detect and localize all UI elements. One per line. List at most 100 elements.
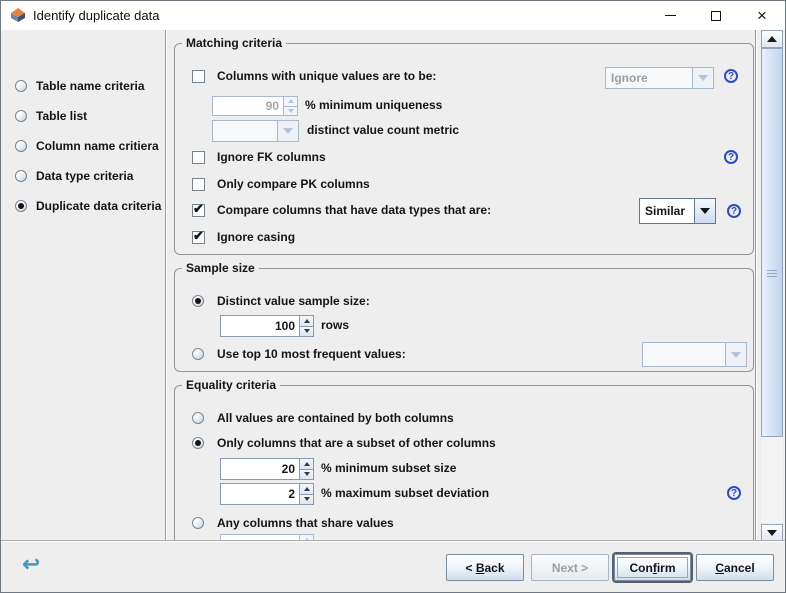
triangle-up-icon [304, 487, 310, 491]
button-label: Next > [552, 561, 588, 575]
chevron-down-icon [698, 75, 708, 81]
radio-icon [15, 110, 27, 122]
spinner-value[interactable]: 20 [220, 458, 300, 480]
button-label: Con [629, 561, 652, 575]
checkbox-only-pk[interactable] [192, 178, 205, 191]
max-deviation-label: % maximum subset deviation [321, 486, 489, 501]
back-button[interactable]: < Back [446, 554, 524, 581]
radio-subset[interactable] [192, 437, 204, 449]
group-title: Sample size [182, 261, 259, 275]
radio-distinct-sample[interactable] [192, 295, 204, 307]
spinner-down-button[interactable] [300, 470, 314, 481]
spinner-down-button[interactable] [300, 327, 314, 338]
check-icon: ✔ [193, 228, 204, 244]
radio-all-values-label: All values are contained by both columns [217, 411, 454, 426]
min-uniqueness-spinner: 90 [212, 96, 298, 116]
reset-button[interactable]: ↩ [17, 550, 45, 578]
combo-value [643, 343, 725, 366]
sidebar-item-column-name-criteria[interactable]: Column name critiera [15, 138, 159, 153]
window-title: Identify duplicate data [33, 1, 159, 30]
help-icon[interactable]: ? [724, 69, 738, 83]
sidebar-item-duplicate-data-criteria[interactable]: Duplicate data criteria [15, 198, 161, 213]
checkbox-compare-types[interactable]: ✔ [192, 204, 205, 217]
checkbox-unique-values[interactable] [192, 70, 205, 83]
radio-share-values[interactable] [192, 517, 204, 529]
button-mnemonic: C [715, 561, 724, 575]
chevron-down-icon [283, 128, 293, 134]
group-title: Matching criteria [182, 36, 286, 50]
close-icon: × [757, 7, 767, 24]
sidebar-item-label: Column name critiera [36, 139, 159, 153]
spinner-down-button[interactable] [300, 495, 314, 506]
close-button[interactable]: × [739, 1, 785, 30]
thumb-grip-icon [767, 270, 777, 279]
scrollbar-thumb[interactable] [761, 48, 783, 437]
chevron-down-icon [731, 352, 741, 358]
triangle-down-icon [304, 329, 310, 333]
titlebar: Identify duplicate data × [1, 1, 785, 30]
sidebar-item-label: Duplicate data criteria [36, 199, 161, 213]
help-icon[interactable]: ? [727, 486, 741, 500]
spinner-down-button [284, 107, 298, 117]
combo-arrow-button [692, 68, 713, 88]
confirm-button[interactable]: Confirm [614, 554, 691, 581]
spinner-value[interactable]: 2 [220, 483, 300, 505]
radio-icon [15, 80, 27, 92]
button-label: < [465, 561, 475, 575]
spinner-up-button[interactable] [300, 483, 314, 495]
sidebar-item-data-type-criteria[interactable]: Data type criteria [15, 168, 133, 183]
spinner-value[interactable]: 100 [220, 315, 300, 337]
checkbox-ignore-fk-label: Ignore FK columns [217, 150, 326, 165]
button-label: ancel [724, 561, 755, 575]
unique-values-combo: Ignore [605, 67, 714, 89]
triangle-down-icon [304, 472, 310, 476]
checkbox-compare-types-label: Compare columns that have data types tha… [217, 203, 491, 218]
cancel-button[interactable]: Cancel [696, 554, 774, 581]
help-icon[interactable]: ? [724, 150, 738, 164]
vertical-scrollbar[interactable] [761, 30, 783, 540]
radio-all-values[interactable] [192, 412, 204, 424]
rows-spinner[interactable]: 100 [220, 315, 314, 337]
maximize-button[interactable] [693, 1, 739, 30]
minimize-button[interactable] [647, 1, 693, 30]
radio-top-values[interactable] [192, 348, 204, 360]
radio-share-values-label: Any columns that share values [217, 516, 394, 531]
scroll-up-button[interactable] [761, 30, 783, 48]
max-deviation-spinner[interactable]: 2 [220, 483, 314, 505]
radio-subset-label: Only columns that are a subset of other … [217, 436, 496, 451]
triangle-up-icon [304, 462, 310, 466]
radio-top-values-label: Use top 10 most frequent values: [217, 347, 406, 362]
sidebar-item-label: Table name criteria [36, 79, 145, 93]
combo-value: Similar [640, 199, 694, 223]
radio-icon [15, 170, 27, 182]
triangle-down-icon [767, 530, 777, 536]
spinner-up-button [284, 96, 298, 107]
triangle-up-icon [767, 36, 777, 42]
sidebar-separator [165, 30, 167, 540]
distinct-metric-label: distinct value count metric [307, 123, 459, 138]
sidebar-item-label: Table list [36, 109, 87, 123]
check-icon: ✔ [193, 201, 204, 217]
help-icon[interactable]: ? [727, 204, 741, 218]
spinner-up-button[interactable] [300, 458, 314, 470]
scroll-down-button[interactable] [761, 524, 783, 540]
checkbox-unique-values-label: Columns with unique values are to be: [217, 69, 436, 84]
spinner-value: 90 [212, 96, 284, 116]
sidebar-item-table-list[interactable]: Table list [15, 108, 87, 123]
combo-arrow-button[interactable] [694, 199, 715, 223]
undo-icon: ↩ [22, 552, 40, 577]
button-label: irm [657, 561, 676, 575]
combo-arrow-button [277, 121, 298, 141]
triangle-down-icon [288, 109, 294, 113]
min-subset-spinner[interactable]: 20 [220, 458, 314, 480]
sidebar-item-label: Data type criteria [36, 169, 133, 183]
compare-types-combo[interactable]: Similar [639, 198, 716, 224]
dialog-body: Table name criteria Table list Column na… [1, 30, 785, 540]
sidebar-item-table-name-criteria[interactable]: Table name criteria [15, 78, 145, 93]
triangle-up-icon [304, 319, 310, 323]
spinner-up-button[interactable] [300, 315, 314, 327]
checkbox-ignore-fk[interactable] [192, 151, 205, 164]
checkbox-ignore-casing[interactable]: ✔ [192, 231, 205, 244]
app-icon [9, 6, 27, 24]
footer-bar: ↩ < Back Next > Confirm Cancel [1, 540, 785, 592]
